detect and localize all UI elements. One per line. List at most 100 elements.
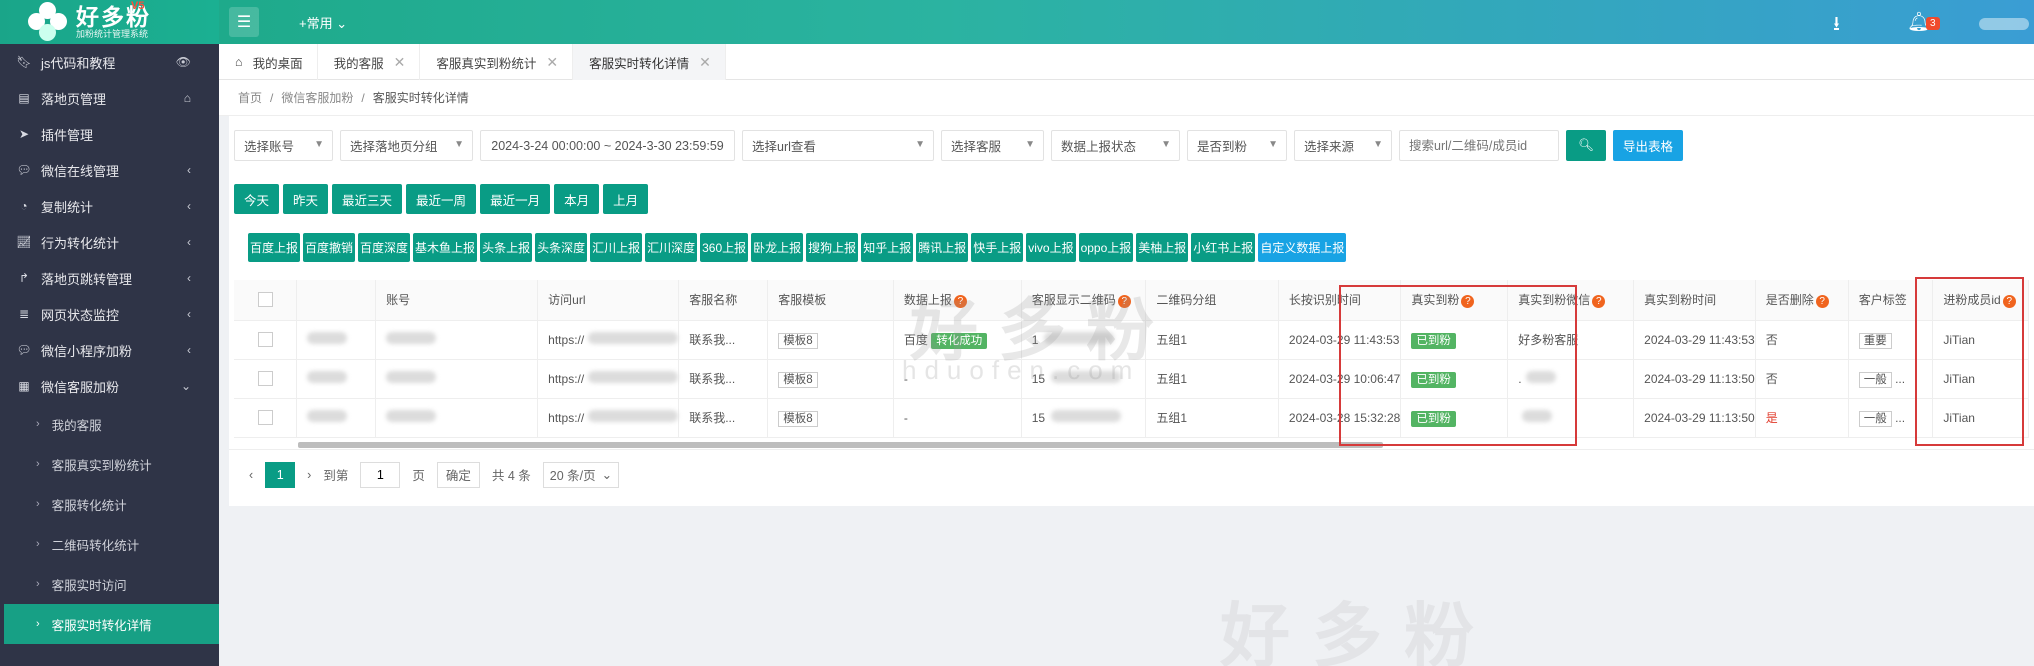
row-checkbox[interactable] <box>257 371 273 387</box>
quick-date-button-3[interactable]: 最近一周 <box>406 184 477 214</box>
user-avatar[interactable] <box>1979 18 2029 30</box>
quick-date-button-0[interactable]: 今天 <box>234 184 280 214</box>
url-select[interactable]: 选择url查看 ▼ <box>742 130 934 161</box>
chevron-down-icon: ⌄ <box>336 16 348 31</box>
chevron-left-icon: ‹ <box>187 163 191 177</box>
account-select[interactable]: 选择账号 ▼ <box>234 130 333 161</box>
report-button-9[interactable]: 卧龙上报 <box>751 233 804 262</box>
url-link[interactable]: https:// <box>548 411 584 425</box>
menu-toggle-button[interactable]: ☰ <box>229 7 259 37</box>
sidebar-sub-item-4[interactable]: › 客服实时访问 <box>0 564 219 604</box>
sidebar-item-3[interactable]: 💬︎ 微信在线管理 ‹ <box>0 152 219 188</box>
report-button-0[interactable]: 百度上报 <box>248 233 301 262</box>
line-chart-icon: 📈︎ <box>16 235 32 249</box>
export-button[interactable]: 导出表格 <box>1613 130 1683 161</box>
highlight-box-arrived <box>1339 285 1577 446</box>
sidebar: 好多粉 加粉统计管理系统 V5 🔖︎ js代码和教程 👁︎ ▤ 落地页管理 ⌂ ➤ 插件管理 💬… <box>0 0 219 666</box>
sidebar-sub-item-5[interactable]: › 客服实时转化详情 <box>4 604 219 644</box>
sidebar-sub-item-3[interactable]: › 二维码转化统计 <box>0 524 219 564</box>
row-checkbox[interactable] <box>257 332 273 348</box>
report-button-2[interactable]: 百度深度 <box>358 233 411 262</box>
sidebar-item-7[interactable]: ≣ 网页状态监控 ‹ <box>0 296 219 332</box>
page-size-select[interactable]: 20 条/页 ⌄ <box>542 461 620 488</box>
sidebar-item-5[interactable]: 📈︎ 行为转化统计 ‹ <box>0 224 219 260</box>
search-input[interactable] <box>1399 130 1559 161</box>
report-button-8[interactable]: 360上报 <box>700 233 749 262</box>
report-button-13[interactable]: 快手上报 <box>971 233 1024 262</box>
report-button-18[interactable]: 自定义数据上报 <box>1258 233 1347 262</box>
breadcrumb-section[interactable]: 微信客服加粉 <box>281 89 353 106</box>
sidebar-sub-item-1[interactable]: › 客服真实到粉统计 <box>0 444 219 484</box>
horizontal-scrollbar[interactable] <box>298 442 1383 448</box>
chevron-right-icon: › <box>36 498 40 510</box>
sidebar-item-2[interactable]: ➤ 插件管理 <box>0 116 219 152</box>
report-button-14[interactable]: vivo上报 <box>1026 233 1076 262</box>
close-icon[interactable]: ✕ <box>699 54 711 71</box>
grid-icon: ▦ <box>18 379 30 393</box>
tab-2[interactable]: 客服真实到粉统计 ✕ <box>420 44 574 80</box>
prev-page-icon[interactable]: ‹ <box>249 468 253 482</box>
sidebar-sub-item-2[interactable]: › 客服转化统计 <box>0 484 219 524</box>
sidebar-item-label: 插件管理 <box>41 127 94 143</box>
tab-1[interactable]: 我的客服 ✕ <box>318 44 421 80</box>
watermark-cn-2: 好多粉 <box>1220 597 1496 666</box>
sidebar-item-1[interactable]: ▤ 落地页管理 ⌂ <box>0 80 219 116</box>
report-button-4[interactable]: 头条上报 <box>480 233 533 262</box>
common-dropdown[interactable]: +常用 ⌄ <box>299 13 347 32</box>
help-icon[interactable]: ? <box>1815 295 1829 309</box>
report-button-15[interactable]: oppo上报 <box>1078 233 1134 262</box>
sidebar-item-6[interactable]: ↱ 落地页跳转管理 ‹ <box>0 260 219 296</box>
close-icon[interactable]: ✕ <box>394 54 406 71</box>
tab-0[interactable]: ⌂ 我的桌面 <box>219 44 318 80</box>
report-button-10[interactable]: 搜狗上报 <box>806 233 859 262</box>
arrived-select[interactable]: 是否到粉 ▼ <box>1187 130 1287 161</box>
quick-date-button-5[interactable]: 本月 <box>554 184 600 214</box>
page-button-1[interactable]: 1 <box>265 461 296 488</box>
customer-tag[interactable]: 重要 <box>1858 332 1892 349</box>
goto-confirm-button[interactable]: 确定 <box>436 461 480 488</box>
url-link[interactable]: https:// <box>548 372 584 386</box>
quick-date-button-1[interactable]: 昨天 <box>283 184 329 214</box>
report-button-7[interactable]: 汇川深度 <box>645 233 698 262</box>
goto-page-input[interactable] <box>360 461 401 488</box>
sidebar-sub-item-0[interactable]: › 我的客服 <box>0 404 219 444</box>
next-page-icon[interactable]: › <box>307 468 311 482</box>
date-range-input[interactable]: 2024-3-24 00:00:00 ~ 2024-3-30 23:59:59 <box>480 130 735 161</box>
quick-date-button-6[interactable]: 上月 <box>603 184 649 214</box>
sidebar-item-label: 落地页管理 <box>41 91 107 107</box>
source-select[interactable]: 选择来源 ▼ <box>1294 130 1392 161</box>
report-button-11[interactable]: 知乎上报 <box>861 233 914 262</box>
sidebar-item-4[interactable]: ◔ 复制统计 ‹ <box>0 188 219 224</box>
row-checkbox[interactable] <box>257 410 273 426</box>
report-button-1[interactable]: 百度撤销 <box>303 233 356 262</box>
sidebar-menu: 🔖︎ js代码和教程 👁︎ ▤ 落地页管理 ⌂ ➤ 插件管理 💬︎ 微信在线管理 ‹ ◔ 复制统计 ‹ 📈︎… <box>0 44 219 644</box>
quick-date-button-2[interactable]: 最近三天 <box>332 184 403 214</box>
search-button[interactable]: 🔍︎ <box>1566 130 1606 161</box>
report-button-5[interactable]: 头条深度 <box>535 233 588 262</box>
customer-tag[interactable]: 一般 <box>1858 371 1892 388</box>
blur-col <box>296 280 377 321</box>
report-button-3[interactable]: 基木鱼上报 <box>413 233 478 262</box>
close-icon[interactable]: ✕ <box>546 54 558 71</box>
sidebar-item-0[interactable]: 🔖︎ js代码和教程 👁︎ <box>0 44 219 80</box>
report-button-16[interactable]: 美柚上报 <box>1136 233 1189 262</box>
kefu-select[interactable]: 选择客服 ▼ <box>941 130 1044 161</box>
report-button-6[interactable]: 汇川上报 <box>590 233 643 262</box>
select-all-checkbox[interactable] <box>257 292 273 308</box>
report-button-17[interactable]: 小红书上报 <box>1191 233 1256 262</box>
breadcrumb-current: 客服实时转化详情 <box>372 91 469 105</box>
group-select[interactable]: 选择落地页分组 ▼ <box>340 130 473 161</box>
download-icon[interactable]: ⭳ <box>1833 9 1840 43</box>
sidebar-item-9[interactable]: ▦ 微信客服加粉 ⌄ <box>0 368 219 404</box>
report-status-select[interactable]: 数据上报状态 ▼ <box>1051 130 1180 161</box>
quick-date-button-4[interactable]: 最近一月 <box>480 184 551 214</box>
customer-tag[interactable]: 一般 <box>1858 410 1892 427</box>
help-icon[interactable]: ? <box>1592 295 1606 309</box>
report-button-12[interactable]: 腾讯上报 <box>916 233 969 262</box>
breadcrumb-home[interactable]: 首页 <box>238 89 262 106</box>
url-link[interactable]: https:// <box>548 333 584 347</box>
wechat-icon: 💬︎ <box>16 343 32 357</box>
tab-3[interactable]: 客服实时转化详情 ✕ <box>573 44 726 80</box>
breadcrumb: 首页 / 微信客服加粉 / 客服实时转化详情 <box>219 80 2034 116</box>
sidebar-item-8[interactable]: 💬︎ 微信小程序加粉 ‹ <box>0 332 219 368</box>
